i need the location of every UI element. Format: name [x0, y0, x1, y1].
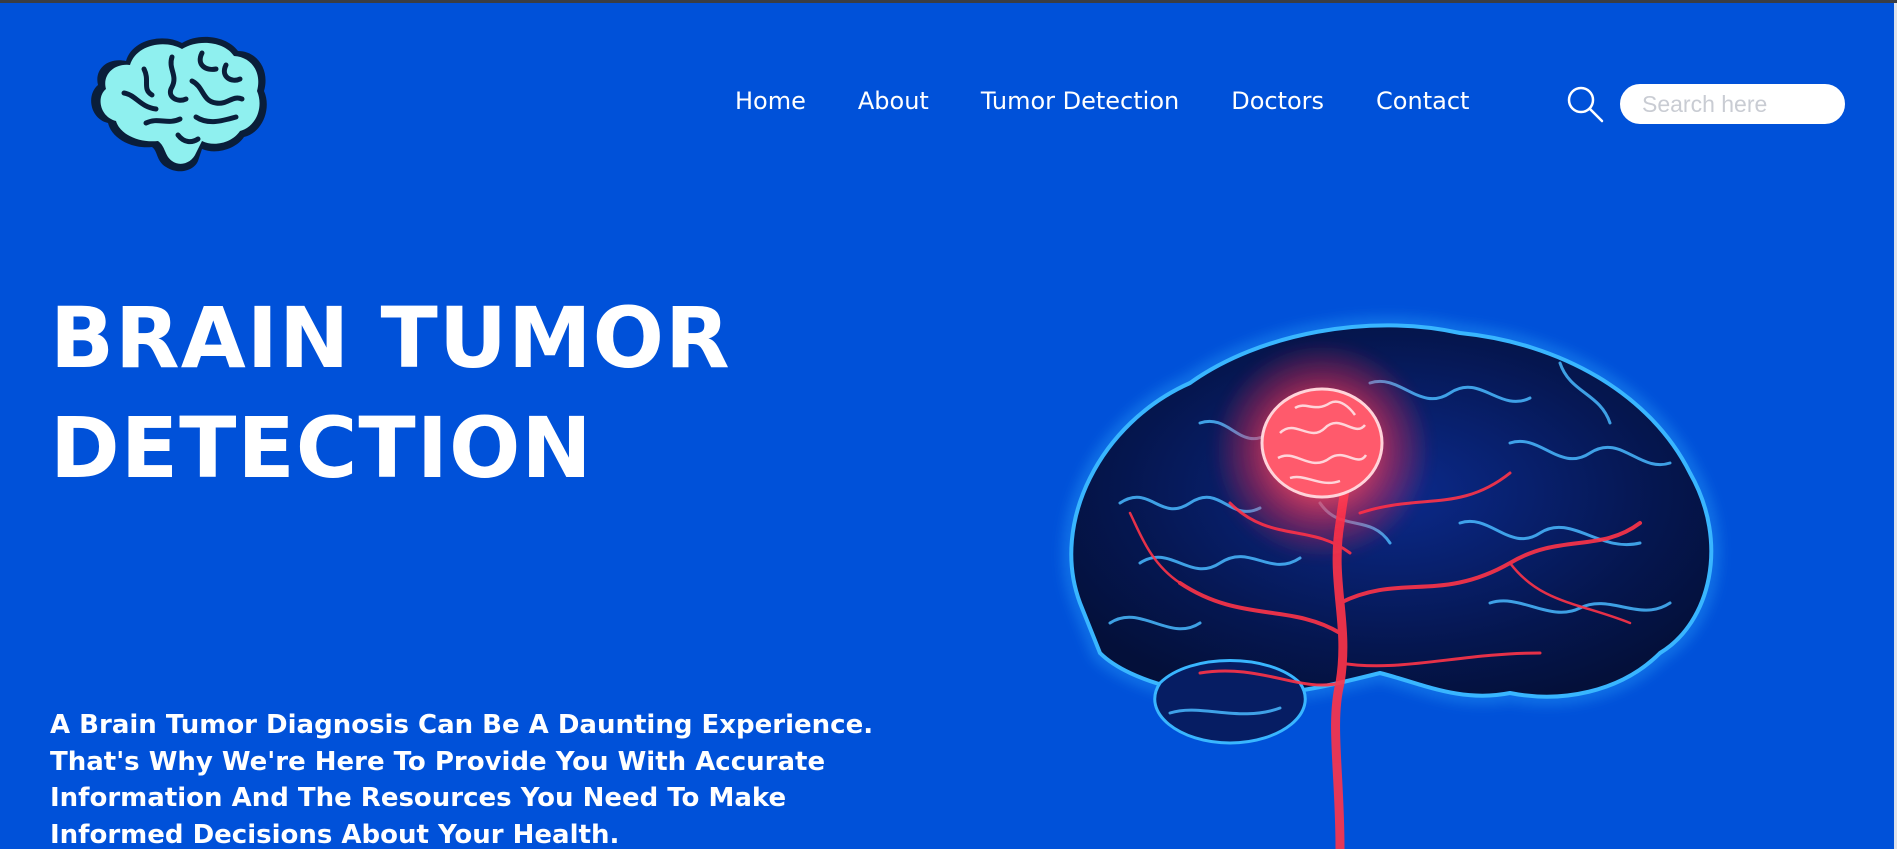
hero-title-line: BRAIN TUMOR [50, 289, 731, 387]
brain-tumor-illustration [1062, 316, 1721, 849]
hero-description-line: Information And The Resources You Need T… [50, 783, 787, 813]
nav-doctors[interactable]: Doctors [1231, 87, 1324, 115]
hero-description: A Brain Tumor Diagnosis Can Be A Dauntin… [50, 707, 950, 849]
hero-description-line: Informed Decisions About Your Health. [50, 819, 620, 849]
nav-contact[interactable]: Contact [1376, 87, 1469, 115]
search-input[interactable] [1620, 84, 1845, 124]
hero-description-line: That's Why We're Here To Provide You Wit… [50, 746, 826, 777]
nav-about[interactable]: About [858, 87, 929, 115]
page: Home About Tumor Detection Doctors Conta… [0, 3, 1897, 849]
search-icon[interactable] [1566, 85, 1604, 123]
main-nav: Home About Tumor Detection Doctors Conta… [735, 87, 1469, 115]
hero-title-line: DETECTION [50, 399, 593, 497]
nav-tumor-detection[interactable]: Tumor Detection [981, 87, 1179, 115]
hero-description-line: A Brain Tumor Diagnosis Can Be A Dauntin… [50, 710, 874, 740]
brain-logo-icon[interactable] [86, 29, 270, 177]
nav-home[interactable]: Home [735, 87, 806, 115]
hero-title: BRAIN TUMOR DETECTION [50, 283, 810, 503]
